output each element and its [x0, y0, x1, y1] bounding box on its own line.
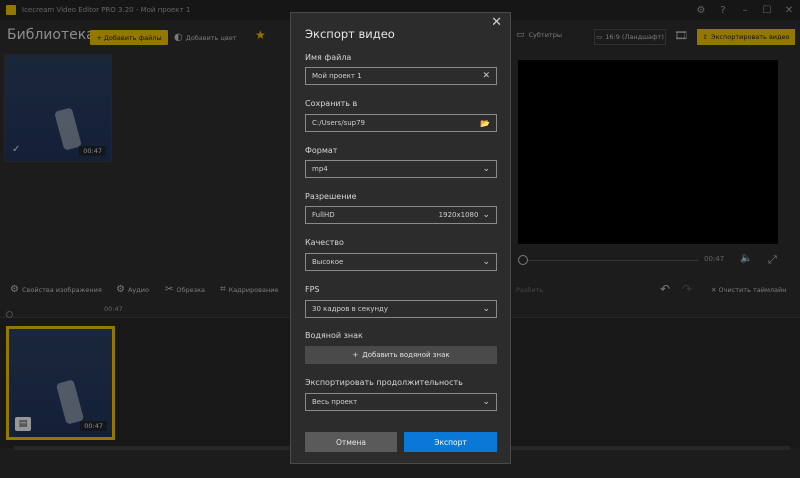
file-name-input[interactable]: Мой проект 1 ✕ — [305, 67, 497, 85]
resolution-label: Разрешение — [305, 192, 357, 201]
cancel-button[interactable]: Отмена — [305, 432, 397, 452]
chevron-down-icon: ⌄ — [482, 304, 490, 314]
save-to-label: Сохранить в — [305, 99, 358, 108]
export-duration-value: Весь проект — [312, 398, 358, 406]
clear-input-icon[interactable]: ✕ — [482, 71, 490, 81]
plus-icon: + — [352, 351, 359, 359]
folder-icon[interactable]: 📂 — [480, 119, 490, 128]
chevron-down-icon: ⌄ — [482, 397, 490, 407]
resolution-size: 1920x1080 — [438, 211, 479, 219]
watermark-label: Водяной знак — [305, 331, 363, 340]
quality-select[interactable]: Высокое ⌄ — [305, 253, 497, 271]
chevron-down-icon: ⌄ — [482, 210, 490, 220]
export-duration-select[interactable]: Весь проект ⌄ — [305, 393, 497, 411]
resolution-value: FullHD — [312, 211, 335, 219]
chevron-down-icon: ⌄ — [482, 164, 490, 174]
quality-label: Качество — [305, 238, 344, 247]
export-dialog: Экспорт видео ✕ Имя файла Мой проект 1 ✕… — [290, 12, 511, 464]
close-icon[interactable]: ✕ — [491, 15, 502, 30]
format-label: Формат — [305, 146, 338, 155]
file-name-value: Мой проект 1 — [312, 72, 362, 80]
chevron-down-icon: ⌄ — [482, 257, 490, 267]
export-duration-label: Экспортировать продолжительность — [305, 378, 463, 387]
dialog-title: Экспорт видео — [305, 27, 395, 41]
add-watermark-button[interactable]: + Добавить водяной знак — [305, 346, 497, 364]
fps-label: FPS — [305, 285, 320, 294]
resolution-select[interactable]: FullHD 1920x1080 ⌄ — [305, 206, 497, 224]
quality-value: Высокое — [312, 258, 344, 266]
format-value: mp4 — [312, 165, 328, 173]
file-name-label: Имя файла — [305, 53, 352, 62]
export-button[interactable]: Экспорт — [404, 432, 497, 452]
format-select[interactable]: mp4 ⌄ — [305, 160, 497, 178]
add-watermark-label: Добавить водяной знак — [362, 351, 450, 359]
save-to-input[interactable]: C:/Users/sup79 📂 — [305, 114, 497, 132]
fps-select[interactable]: 30 кадров в секунду ⌄ — [305, 300, 497, 318]
fps-value: 30 кадров в секунду — [312, 305, 389, 313]
save-to-value: C:/Users/sup79 — [312, 119, 365, 127]
